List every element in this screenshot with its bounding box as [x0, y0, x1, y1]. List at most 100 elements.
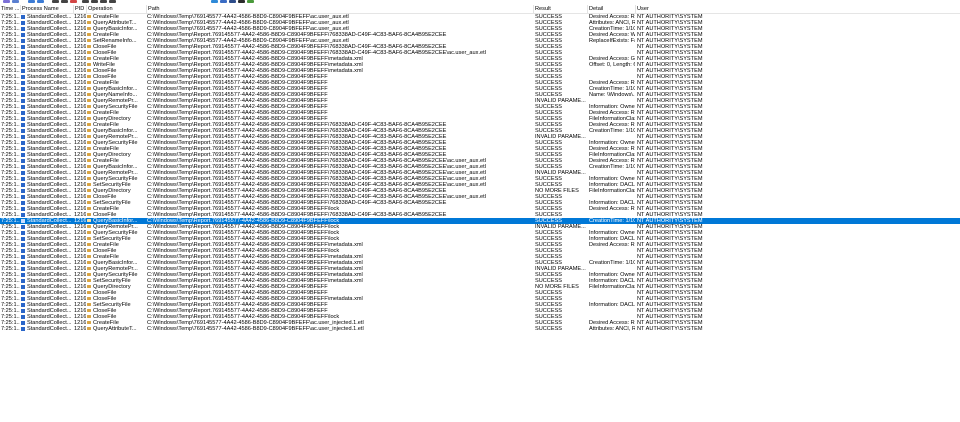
network-icon[interactable] — [229, 0, 236, 3]
filter-icon[interactable] — [61, 0, 68, 3]
filesystem-icon — [87, 81, 91, 84]
event-list[interactable]: 7:25:1...StandardCollect...12160CreateFi… — [0, 14, 960, 332]
process-icon — [21, 188, 25, 193]
filesystem-icon — [87, 231, 91, 234]
user-cell: NT AUTHORITY\SYSTEM — [637, 326, 703, 332]
filesystem-icon — [87, 87, 91, 90]
filesystem-icon — [87, 105, 91, 108]
column-divider[interactable] — [533, 5, 534, 13]
column-header-detail[interactable]: Detail — [589, 6, 634, 13]
process-icon — [21, 236, 25, 241]
column-divider[interactable] — [635, 5, 636, 13]
process-tree-icon[interactable] — [91, 0, 98, 3]
column-header-process-name[interactable]: Process Name — [22, 6, 72, 13]
process-icon — [21, 146, 25, 151]
filesystem-icon — [87, 117, 91, 120]
process-icon — [21, 158, 25, 163]
filesystem-icon — [87, 321, 91, 324]
process-icon — [21, 206, 25, 211]
open-icon[interactable] — [3, 0, 10, 3]
result-cell: SUCCESS — [535, 326, 563, 332]
column-divider[interactable] — [20, 5, 21, 13]
path-cell: C:\Windows\Temp\769145577-4A42-4586-B8D9… — [147, 326, 364, 332]
column-divider[interactable] — [146, 5, 147, 13]
process-icon — [21, 182, 25, 187]
highlight-icon[interactable] — [70, 0, 77, 3]
process-icon — [21, 50, 25, 55]
clear-icon[interactable] — [52, 0, 59, 3]
process-icon — [21, 224, 25, 229]
filesystem-icon — [87, 123, 91, 126]
pid-cell: 12160 — [74, 326, 86, 332]
filesystem-icon — [87, 165, 91, 168]
filesystem-icon — [87, 291, 91, 294]
process-icon — [21, 14, 25, 19]
process-icon — [21, 218, 25, 223]
process-icon — [21, 68, 25, 73]
process-icon — [21, 116, 25, 121]
process-icon[interactable] — [238, 0, 245, 3]
column-header-time[interactable]: Time ... — [1, 6, 20, 13]
process-icon — [21, 86, 25, 91]
process-icon — [21, 248, 25, 253]
process-icon — [21, 200, 25, 205]
filesystem-icon — [87, 297, 91, 300]
process-icon — [21, 266, 25, 271]
filesystem-icon — [87, 255, 91, 258]
filesystem-icon — [87, 189, 91, 192]
column-header-user[interactable]: User — [637, 6, 717, 13]
filesystem-icon — [87, 63, 91, 66]
process-icon — [21, 230, 25, 235]
process-icon — [21, 296, 25, 301]
process-icon — [21, 176, 25, 181]
filesystem-icon — [87, 195, 91, 198]
filesystem-icon — [87, 243, 91, 246]
column-header-result[interactable]: Result — [535, 6, 585, 13]
filesystem-icon — [87, 33, 91, 36]
filesystem-icon — [87, 159, 91, 162]
process-icon — [21, 38, 25, 43]
process-icon — [21, 20, 25, 25]
process-icon — [21, 92, 25, 97]
process-icon — [21, 122, 25, 127]
filesystem-icon — [87, 249, 91, 252]
process-icon — [21, 110, 25, 115]
jump-icon[interactable] — [109, 0, 116, 3]
process-icon — [21, 152, 25, 157]
process-icon — [21, 254, 25, 259]
filesystem-icon — [87, 69, 91, 72]
process-icon — [21, 140, 25, 145]
save-icon[interactable] — [12, 0, 19, 3]
detail-cell: Attributes: ANCI, R... — [589, 326, 635, 332]
filesystem-icon[interactable] — [220, 0, 227, 3]
filesystem-icon — [87, 207, 91, 210]
filesystem-icon — [87, 201, 91, 204]
find-icon[interactable] — [100, 0, 107, 3]
filesystem-icon — [87, 261, 91, 264]
process-icon — [21, 104, 25, 109]
column-divider[interactable] — [73, 5, 74, 13]
column-divider[interactable] — [587, 5, 588, 13]
filesystem-icon — [87, 327, 91, 330]
process-icon — [21, 284, 25, 289]
filesystem-icon — [87, 303, 91, 306]
filesystem-icon — [87, 279, 91, 282]
filesystem-icon — [87, 141, 91, 144]
registry-icon[interactable] — [211, 0, 218, 3]
filesystem-icon — [87, 75, 91, 78]
column-divider[interactable] — [86, 5, 87, 13]
process-icon — [21, 80, 25, 85]
filesystem-icon — [87, 93, 91, 96]
autoscroll-icon[interactable] — [37, 0, 44, 3]
profiling-icon[interactable] — [247, 0, 254, 3]
filesystem-icon — [87, 51, 91, 54]
toolbar — [0, 0, 960, 4]
table-row[interactable]: 7:25:1...StandardCollect...12160QueryAtt… — [0, 326, 960, 332]
capture-icon[interactable] — [28, 0, 35, 3]
column-header-path[interactable]: Path — [148, 6, 528, 13]
include-icon[interactable] — [82, 0, 89, 3]
process-icon — [21, 260, 25, 265]
column-header-operation[interactable]: Operation — [88, 6, 144, 13]
filesystem-icon — [87, 45, 91, 48]
process-icon — [21, 194, 25, 199]
